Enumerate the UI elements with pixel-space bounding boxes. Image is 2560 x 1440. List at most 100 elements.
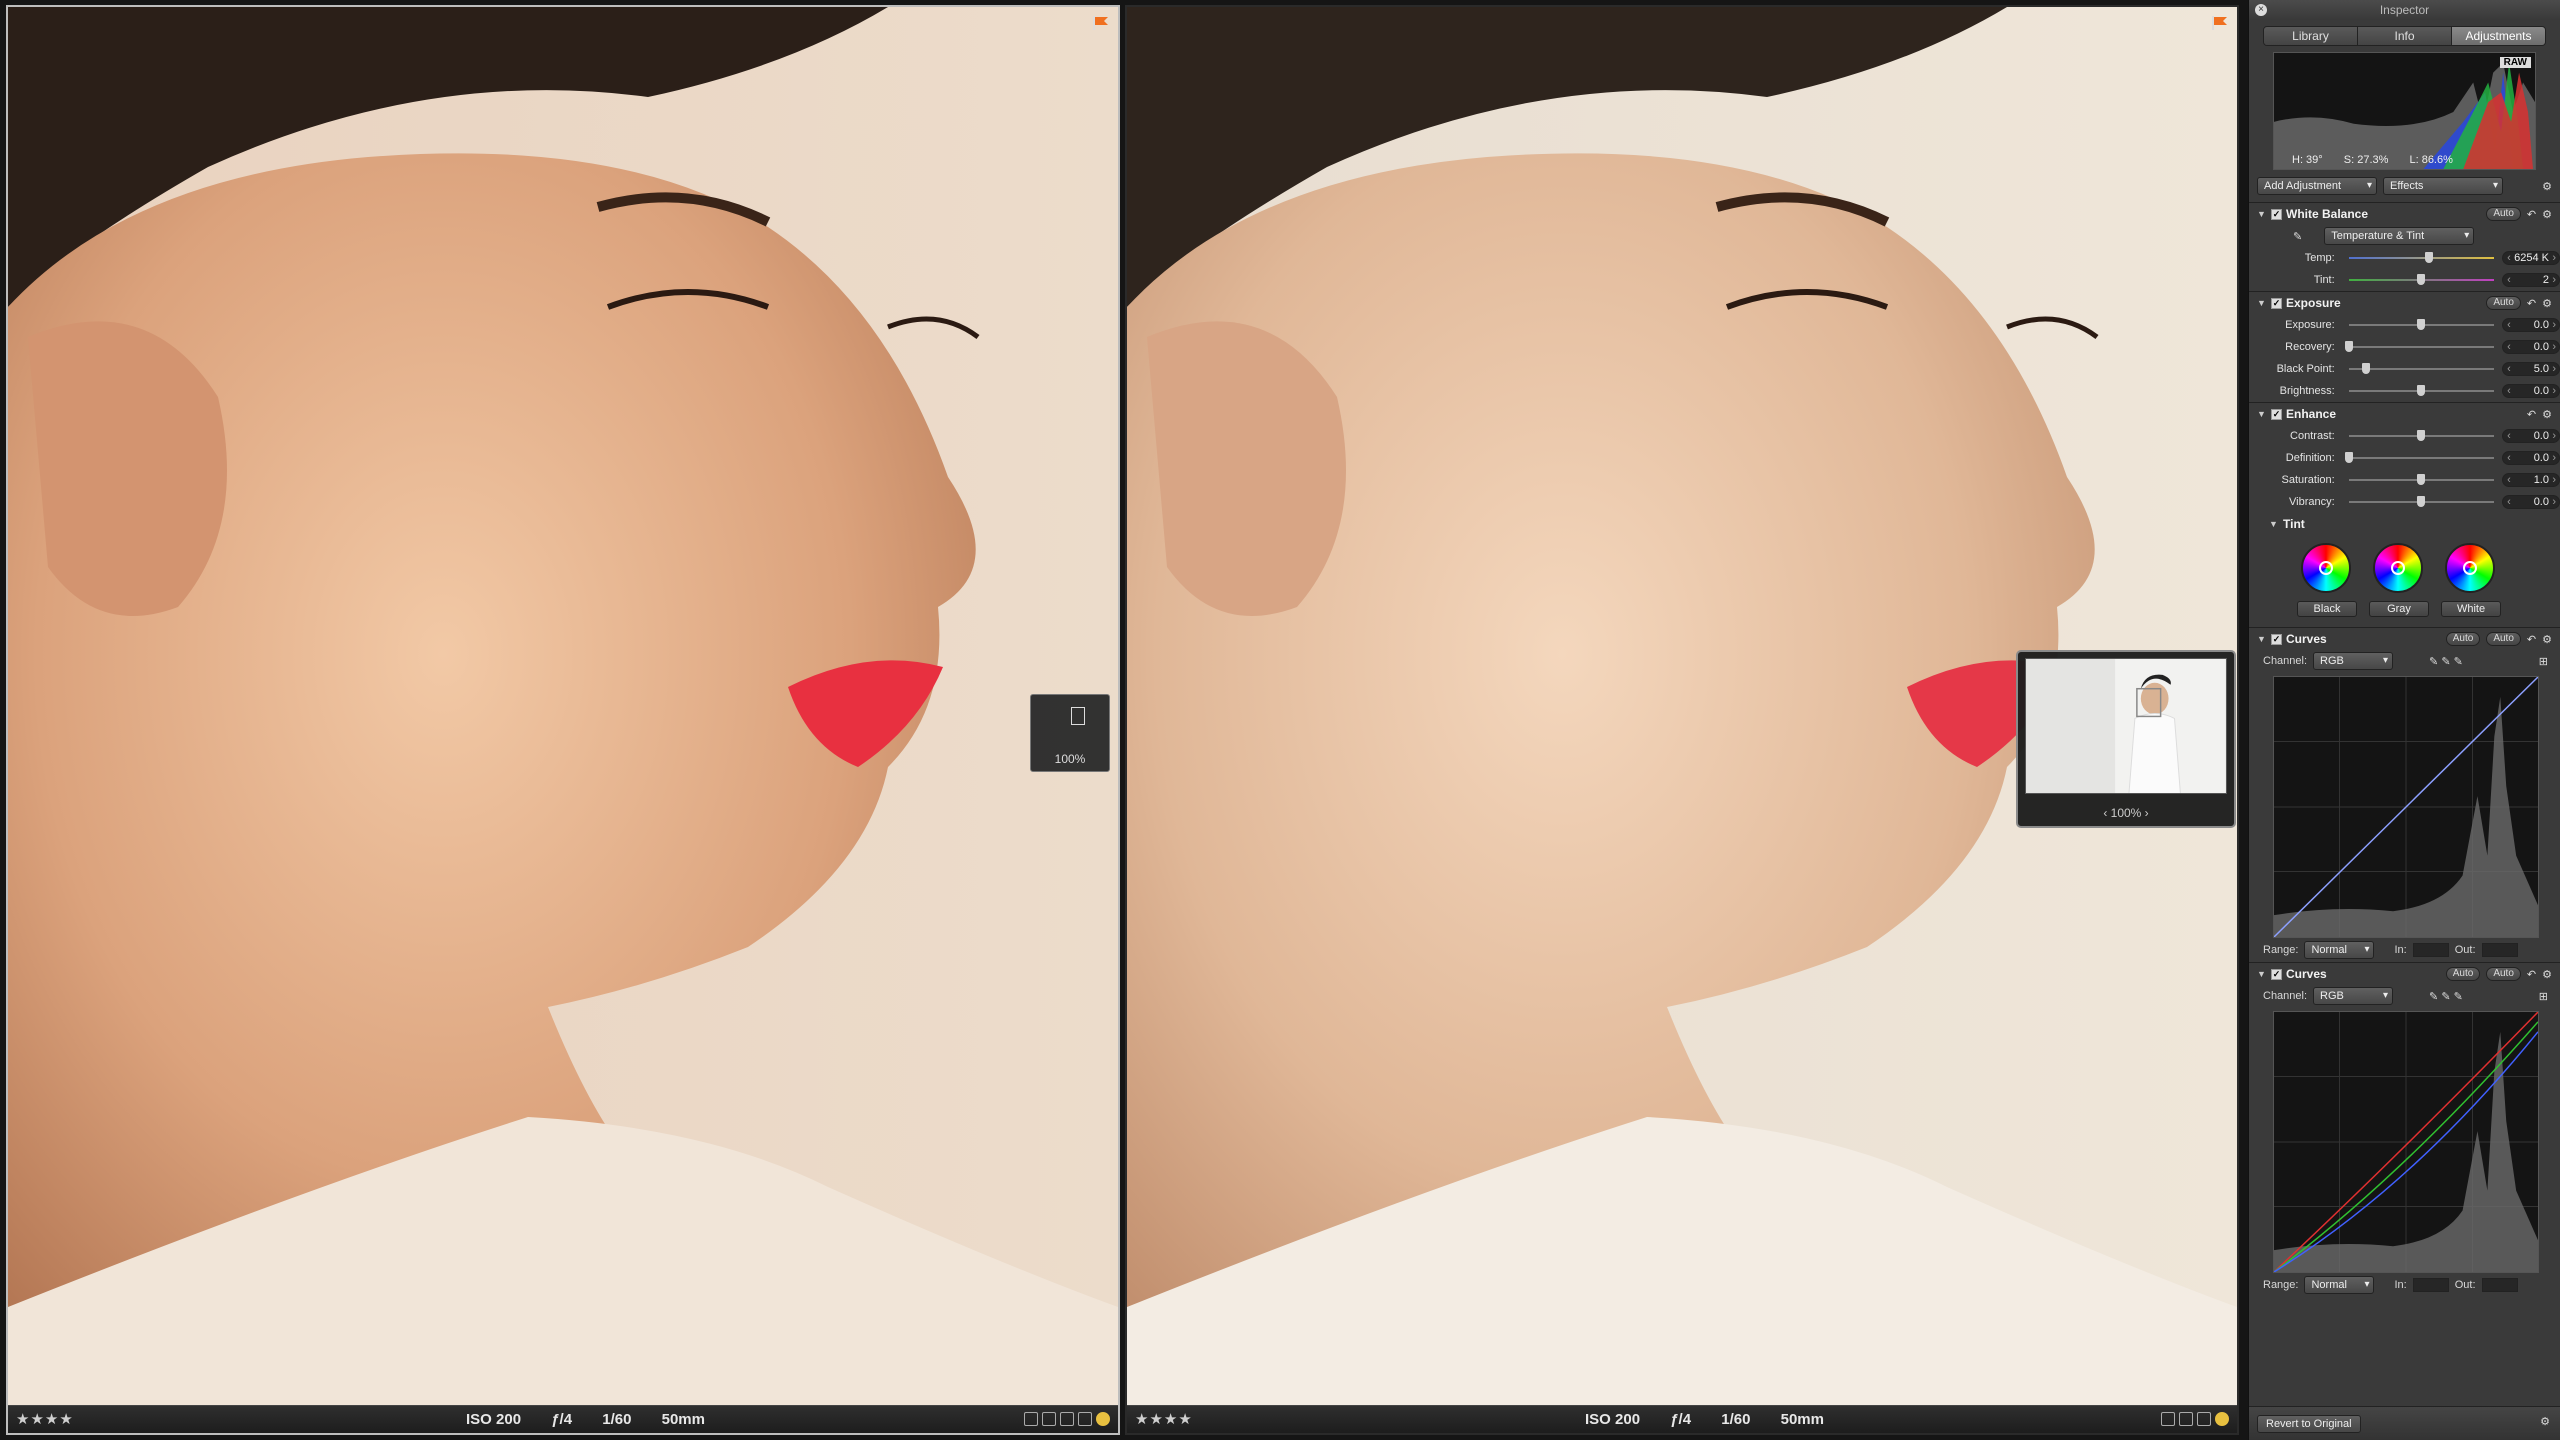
curve-graph[interactable] [2273, 1011, 2539, 1273]
slider-knob[interactable] [2344, 341, 2353, 352]
out-field[interactable] [2481, 943, 2518, 957]
disclosure-triangle-icon[interactable]: ▼ [2257, 209, 2267, 219]
slider-knob[interactable] [2362, 363, 2371, 374]
exposure-slider[interactable] [2348, 319, 2495, 330]
tab-info[interactable]: Info [2358, 27, 2452, 45]
curves-header[interactable]: ▼ ✓ Curves Auto Auto ↶ ⚙ [2249, 628, 2560, 650]
auto-luminance-button[interactable]: Auto [2445, 967, 2481, 981]
gear-icon[interactable]: ⚙ [2542, 297, 2552, 310]
definition-slider[interactable] [2344, 452, 2495, 463]
tint-slider[interactable] [2348, 274, 2495, 285]
zoom-frame[interactable] [1071, 707, 1085, 725]
reset-icon[interactable]: ↶ [2527, 968, 2536, 981]
saturation-value[interactable]: 1.0 [2502, 473, 2560, 487]
white-balance-checkbox[interactable]: ✓ [2271, 208, 2282, 220]
disclosure-triangle-icon[interactable]: ▼ [2257, 634, 2267, 644]
add-point-icon[interactable]: ⊞ [2539, 655, 2560, 668]
gear-icon[interactable]: ⚙ [2540, 1415, 2550, 1428]
rating-stars[interactable]: ★★★★ [16, 1410, 74, 1428]
enhance-header[interactable]: ▼ ✓ Enhance ↶ ⚙ [2249, 403, 2560, 425]
curves-checkbox[interactable]: ✓ [2271, 633, 2282, 645]
slider-knob[interactable] [2417, 474, 2426, 485]
eyedropper-icon[interactable]: ✎ ✎ ✎ [2429, 655, 2463, 668]
viewer-original[interactable]: 100% ★★★★ ISO 200 ƒ/4 1/60 50mm [6, 5, 1120, 1435]
vibrancy-value[interactable]: 0.0 [2502, 495, 2560, 509]
enhance-checkbox[interactable]: ✓ [2271, 408, 2282, 420]
contrast-slider[interactable] [2348, 430, 2495, 441]
auto-rgb-button[interactable]: Auto [2486, 632, 2521, 646]
slider-knob[interactable] [2417, 385, 2426, 396]
channel-popup[interactable]: RGB [2313, 652, 2394, 670]
curves-header[interactable]: ▼ ✓ Curves Auto Auto ↶ ⚙ [2249, 963, 2560, 985]
curve-graph[interactable] [2273, 676, 2539, 938]
tab-adjustments[interactable]: Adjustments [2452, 27, 2545, 45]
eyedropper-icon[interactable]: ✎ ✎ ✎ [2429, 990, 2463, 1003]
add-point-icon[interactable]: ⊞ [2539, 990, 2560, 1003]
gear-icon[interactable]: ⚙ [2542, 633, 2552, 646]
revert-to-original-button[interactable]: Revert to Original [2257, 1415, 2361, 1433]
auto-button[interactable]: Auto [2486, 207, 2521, 221]
exposure-checkbox[interactable]: ✓ [2271, 297, 2282, 309]
zoom-level[interactable]: ‹ 100% › [2018, 806, 2234, 820]
gray-eyedropper-button[interactable]: Gray [2369, 601, 2429, 617]
disclosure-triangle-icon[interactable]: ▼ [2257, 298, 2267, 308]
reset-icon[interactable]: ↶ [2527, 208, 2536, 221]
portrait-photo-original[interactable] [8, 7, 1118, 1405]
gear-icon[interactable]: ⚙ [2542, 180, 2552, 193]
tint-value[interactable]: 2 [2502, 273, 2560, 287]
white-tint-wheel[interactable] [2445, 543, 2495, 593]
tab-library[interactable]: Library [2264, 27, 2358, 45]
slider-knob[interactable] [2417, 430, 2426, 441]
slider-knob[interactable] [2344, 452, 2353, 463]
disclosure-triangle-icon[interactable]: ▼ [2257, 969, 2267, 979]
rating-stars[interactable]: ★★★★ [1135, 1410, 1193, 1428]
close-icon[interactable]: × [2255, 4, 2267, 16]
slider-knob[interactable] [2417, 319, 2426, 330]
white-eyedropper-button[interactable]: White [2441, 601, 2501, 617]
brightness-value[interactable]: 0.0 [2502, 384, 2560, 398]
auto-luminance-button[interactable]: Auto [2445, 632, 2481, 646]
black-point-slider[interactable] [2348, 363, 2495, 374]
in-field[interactable] [2412, 943, 2449, 957]
out-field[interactable] [2481, 1278, 2518, 1292]
white-balance-header[interactable]: ▼ ✓ White Balance Auto ↶ ⚙ [2249, 203, 2560, 225]
range-popup[interactable]: Normal [2304, 941, 2375, 959]
recovery-slider[interactable] [2344, 341, 2495, 352]
auto-button[interactable]: Auto [2486, 296, 2521, 310]
add-adjustment-popup[interactable]: Add Adjustment [2257, 177, 2377, 195]
flag-icon[interactable] [2211, 15, 2229, 31]
navigator-thumbnail[interactable] [2025, 658, 2227, 794]
temp-value[interactable]: 6254 K [2502, 251, 2560, 265]
contrast-value[interactable]: 0.0 [2502, 429, 2560, 443]
gear-icon[interactable]: ⚙ [2542, 968, 2552, 981]
temp-slider[interactable] [2348, 252, 2495, 263]
vibrancy-slider[interactable] [2348, 496, 2495, 507]
exposure-value[interactable]: 0.0 [2502, 318, 2560, 332]
flag-icon[interactable] [1092, 15, 1110, 31]
gear-icon[interactable]: ⚙ [2542, 408, 2552, 421]
curves-checkbox[interactable]: ✓ [2271, 968, 2282, 980]
wb-mode-popup[interactable]: Temperature & Tint [2324, 227, 2475, 245]
slider-knob[interactable] [2417, 496, 2426, 507]
black-point-value[interactable]: 5.0 [2502, 362, 2560, 376]
disclosure-triangle-icon[interactable]: ▼ [2269, 519, 2279, 529]
channel-popup[interactable]: RGB [2313, 987, 2394, 1005]
gear-icon[interactable]: ⚙ [2542, 208, 2552, 221]
effects-popup[interactable]: Effects [2383, 177, 2503, 195]
black-tint-wheel[interactable] [2301, 543, 2351, 593]
saturation-slider[interactable] [2348, 474, 2495, 485]
zoom-navigator-small[interactable]: 100% [1030, 694, 1110, 772]
reset-icon[interactable]: ↶ [2527, 297, 2536, 310]
slider-knob[interactable] [2417, 274, 2426, 285]
tint-subheader[interactable]: ▼ Tint [2249, 513, 2560, 535]
reset-icon[interactable]: ↶ [2527, 408, 2536, 421]
definition-value[interactable]: 0.0 [2502, 451, 2560, 465]
gray-tint-wheel[interactable] [2373, 543, 2423, 593]
slider-knob[interactable] [2424, 252, 2433, 263]
eyedropper-icon[interactable]: ✎ [2293, 230, 2302, 243]
disclosure-triangle-icon[interactable]: ▼ [2257, 409, 2267, 419]
brightness-slider[interactable] [2348, 385, 2495, 396]
viewer-adjusted[interactable]: ‹ 100% › ★★★★ ISO 200 ƒ/4 1/60 50mm [1125, 5, 2239, 1435]
recovery-value[interactable]: 0.0 [2502, 340, 2560, 354]
reset-icon[interactable]: ↶ [2527, 633, 2536, 646]
